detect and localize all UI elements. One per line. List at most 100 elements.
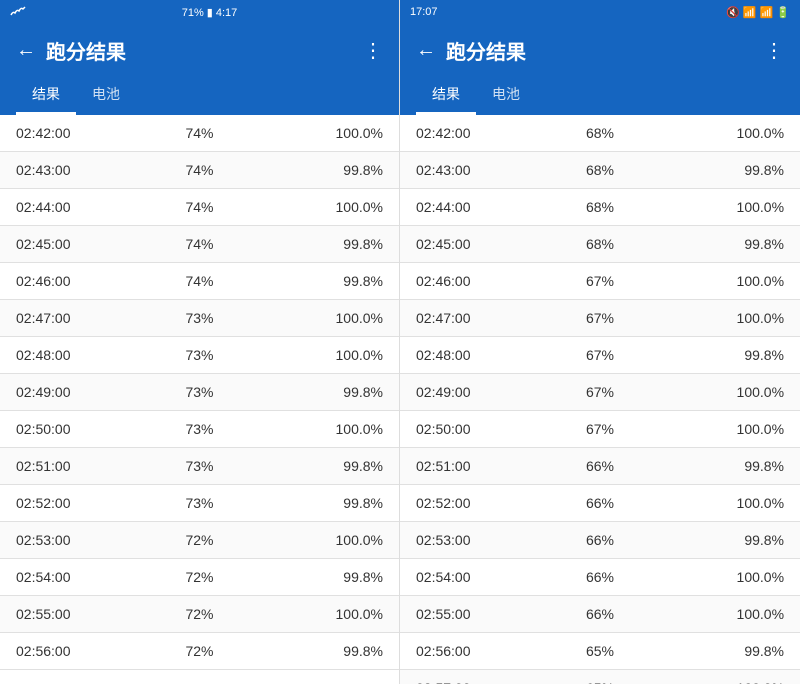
row-time: 02:56:00 xyxy=(416,643,539,659)
table-row: 02:47:00 67% 100.0% xyxy=(400,300,800,337)
row-score: 100.0% xyxy=(261,606,383,622)
row-time: 02:44:00 xyxy=(16,199,138,215)
row-time: 02:43:00 xyxy=(16,162,138,178)
table-row: 02:48:00 67% 99.8% xyxy=(400,337,800,374)
row-score: 99.8% xyxy=(661,236,784,252)
row-pct: 67% xyxy=(539,347,662,363)
row-pct: 74% xyxy=(138,125,260,141)
row-pct: 66% xyxy=(539,569,662,585)
row-score: 100.0% xyxy=(261,310,383,326)
row-pct: 74% xyxy=(138,236,260,252)
table-row: 02:49:00 73% 99.8% xyxy=(0,374,399,411)
left-tab-battery[interactable]: 电池 xyxy=(76,76,136,115)
table-row: 02:53:00 66% 99.8% xyxy=(400,522,800,559)
row-time: 02:49:00 xyxy=(16,384,138,400)
table-row: 02:46:00 74% 99.8% xyxy=(0,263,399,300)
right-status-icons: 🔇 📶 📶 🔋 xyxy=(726,6,790,19)
row-time: 02:52:00 xyxy=(16,495,138,511)
left-panel: 71% ▮ 4:17 ← 跑分结果 ⋮ 结果 电池 02:42:00 74% 1… xyxy=(0,0,400,684)
row-pct: 68% xyxy=(539,162,662,178)
row-pct: 68% xyxy=(539,199,662,215)
right-status-bar: 17:07 🔇 📶 📶 🔋 xyxy=(400,0,800,24)
row-score: 99.8% xyxy=(261,458,383,474)
row-time: 02:48:00 xyxy=(416,347,539,363)
row-time: 02:47:00 xyxy=(16,310,138,326)
row-pct: 65% xyxy=(539,643,662,659)
row-time: 02:46:00 xyxy=(16,273,138,289)
row-score: 100.0% xyxy=(661,606,784,622)
row-time: 02:53:00 xyxy=(416,532,539,548)
table-row: 02:51:00 66% 99.8% xyxy=(400,448,800,485)
row-time: 02:43:00 xyxy=(416,162,539,178)
left-back-button[interactable]: ← xyxy=(16,39,36,62)
row-pct: 74% xyxy=(138,162,260,178)
row-pct: 72% xyxy=(138,532,260,548)
right-panel: 17:07 🔇 📶 📶 🔋 ← 跑分结果 ⋮ 结果 电池 02:42:00 68… xyxy=(400,0,800,684)
table-row: 02:48:00 73% 100.0% xyxy=(0,337,399,374)
row-score: 100.0% xyxy=(261,199,383,215)
row-pct: 72% xyxy=(138,569,260,585)
table-row: 02:56:00 65% 99.8% xyxy=(400,633,800,670)
row-time: 02:52:00 xyxy=(416,495,539,511)
table-row: 02:56:00 72% 99.8% xyxy=(0,633,399,670)
row-score: 100.0% xyxy=(261,125,383,141)
right-tab-battery[interactable]: 电池 xyxy=(476,76,536,115)
right-back-button[interactable]: ← xyxy=(416,39,436,62)
row-score: 99.8% xyxy=(661,347,784,363)
row-score: 100.0% xyxy=(261,347,383,363)
row-score: 99.8% xyxy=(261,162,383,178)
right-tab-result[interactable]: 结果 xyxy=(416,76,476,115)
row-time: 02:51:00 xyxy=(16,458,138,474)
left-status-center: 71% ▮ 4:17 xyxy=(182,6,238,19)
row-pct: 73% xyxy=(138,347,260,363)
row-score: 100.0% xyxy=(661,384,784,400)
row-score: 100.0% xyxy=(661,273,784,289)
right-header-left: ← 跑分结果 xyxy=(416,36,526,65)
row-score: 99.8% xyxy=(661,643,784,659)
table-row: 02:54:00 72% 99.8% xyxy=(0,559,399,596)
left-data-table: 02:42:00 74% 100.0% 02:43:00 74% 99.8% 0… xyxy=(0,115,399,684)
row-score: 100.0% xyxy=(661,680,784,684)
row-score: 100.0% xyxy=(661,495,784,511)
table-row: 02:55:00 72% 100.0% xyxy=(0,596,399,633)
right-app-header: ← 跑分结果 ⋮ xyxy=(400,24,800,76)
row-pct: 67% xyxy=(539,384,662,400)
row-score: 99.8% xyxy=(661,532,784,548)
row-pct: 73% xyxy=(138,495,260,511)
table-row: 02:43:00 68% 99.8% xyxy=(400,152,800,189)
row-pct: 68% xyxy=(539,125,662,141)
table-row: 02:42:00 74% 100.0% xyxy=(0,115,399,152)
row-score: 100.0% xyxy=(661,310,784,326)
row-score: 100.0% xyxy=(261,421,383,437)
row-pct: 74% xyxy=(138,199,260,215)
row-time: 02:53:00 xyxy=(16,532,138,548)
table-row: 02:44:00 74% 100.0% xyxy=(0,189,399,226)
left-app-title: 跑分结果 xyxy=(46,36,126,65)
row-pct: 66% xyxy=(539,532,662,548)
row-pct: 68% xyxy=(539,236,662,252)
row-pct: 67% xyxy=(539,310,662,326)
right-more-button[interactable]: ⋮ xyxy=(764,38,784,63)
row-time: 02:54:00 xyxy=(16,569,138,585)
row-pct: 66% xyxy=(539,606,662,622)
right-tabs: 结果 电池 xyxy=(400,76,800,115)
row-score: 100.0% xyxy=(661,569,784,585)
table-row: 02:52:00 73% 99.8% xyxy=(0,485,399,522)
row-pct: 67% xyxy=(539,421,662,437)
table-row: 02:44:00 68% 100.0% xyxy=(400,189,800,226)
left-tab-result[interactable]: 结果 xyxy=(16,76,76,115)
row-score: 100.0% xyxy=(261,532,383,548)
row-pct: 66% xyxy=(539,495,662,511)
row-time: 02:46:00 xyxy=(416,273,539,289)
row-time: 02:55:00 xyxy=(16,606,138,622)
table-row: 02:55:00 66% 100.0% xyxy=(400,596,800,633)
table-row: 02:57:00 65% 100.0% xyxy=(400,670,800,684)
left-more-button[interactable]: ⋮ xyxy=(363,38,383,63)
table-row: 02:52:00 66% 100.0% xyxy=(400,485,800,522)
row-time: 02:47:00 xyxy=(416,310,539,326)
row-time: 02:45:00 xyxy=(416,236,539,252)
row-score: 100.0% xyxy=(661,421,784,437)
table-row: 02:42:00 68% 100.0% xyxy=(400,115,800,152)
row-pct: 66% xyxy=(539,458,662,474)
row-pct: 65% xyxy=(539,680,662,684)
